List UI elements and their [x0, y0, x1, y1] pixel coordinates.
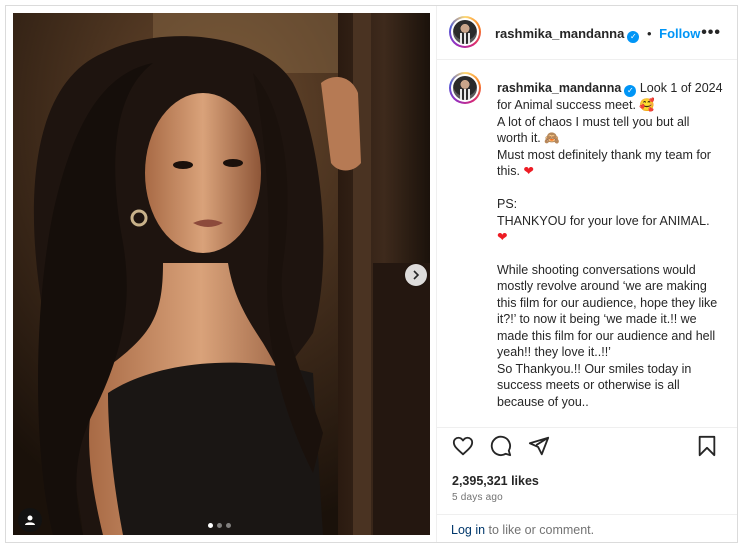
carousel-dot — [217, 523, 222, 528]
bookmark-icon — [698, 435, 716, 457]
likes-count[interactable]: 2,395,321 likes — [452, 474, 539, 488]
like-button[interactable] — [451, 434, 475, 458]
heart-emoji-icon: ❤ — [523, 164, 534, 178]
caption-line: A lot of chaos I must tell you but all w… — [497, 114, 693, 146]
actions-divider — [437, 427, 737, 428]
post-photo[interactable] — [13, 13, 430, 535]
follow-button[interactable]: Follow — [659, 26, 700, 41]
caption-area: rashmika_mandanna ✓ Look 1 of 2024 for An… — [437, 66, 737, 424]
author-username[interactable]: rashmika_mandanna — [495, 26, 624, 41]
post-details-panel: rashmika_mandanna ✓ • Follow ••• rashmika… — [437, 6, 737, 542]
comment-button[interactable] — [489, 434, 513, 458]
heart-emoji-icon: ❤ — [497, 230, 508, 244]
caption-line: While shooting conversations would mostl… — [497, 262, 721, 360]
verified-badge-icon: ✓ — [624, 85, 637, 97]
user-tag-icon — [25, 515, 35, 525]
carousel-dot — [226, 523, 231, 528]
caption-username[interactable]: rashmika_mandanna — [497, 81, 621, 95]
photo-illustration — [13, 13, 430, 535]
caption-avatar[interactable] — [449, 72, 481, 104]
caption-line: So Thankyou.!! Our smiles today in succe… — [497, 361, 695, 409]
chevron-right-icon — [413, 270, 420, 280]
user-tag-button[interactable] — [18, 508, 42, 532]
save-button[interactable] — [695, 434, 719, 458]
share-button[interactable] — [527, 434, 551, 458]
carousel-next-button[interactable] — [405, 264, 427, 286]
comment-bubble-icon — [490, 435, 512, 457]
login-suffix: to like or comment. — [485, 523, 595, 537]
caption-line — [497, 180, 723, 197]
carousel-dot — [208, 523, 213, 528]
post-header: rashmika_mandanna ✓ • Follow ••• — [437, 6, 737, 60]
login-link[interactable]: Log in — [451, 523, 485, 537]
caption-text: rashmika_mandanna ✓ Look 1 of 2024 for An… — [497, 80, 723, 410]
author-avatar[interactable] — [449, 16, 481, 48]
caption-line: PS: — [497, 197, 518, 211]
heart-outline-icon — [452, 436, 474, 456]
login-prompt: Log in to like or comment. — [437, 514, 737, 542]
header-separator: • — [646, 26, 652, 41]
action-icons — [451, 434, 551, 458]
more-options-button[interactable]: ••• — [701, 24, 721, 42]
post-timestamp[interactable]: 5 days ago — [452, 492, 503, 503]
carousel-indicator — [208, 523, 231, 528]
paper-plane-icon — [528, 436, 550, 456]
verified-badge-icon: ✓ — [627, 31, 640, 43]
caption-line: THANKYOU for your love for ANIMAL. — [497, 213, 710, 228]
